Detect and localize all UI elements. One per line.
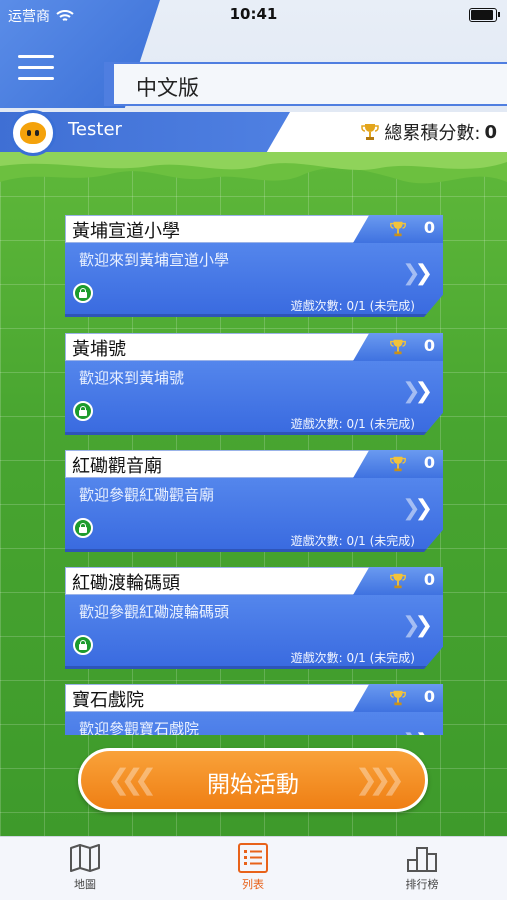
trophy-icon (390, 339, 406, 355)
trophy-count: 0 (423, 453, 435, 472)
lock-icon (73, 283, 93, 303)
chevron-right-icon[interactable]: ❯❯ (402, 613, 433, 638)
status-bar: 运营商 10:41 (0, 0, 507, 30)
lock-icon (73, 635, 93, 655)
trophy-count: 0 (423, 570, 435, 589)
location-name: 紅磡觀音廟 (72, 456, 162, 477)
location-card[interactable]: 黃埔號 0 歡迎來到黃埔號 ❯❯ 遊戲次數: 0/1 (未完成) (65, 333, 443, 436)
welcome-text: 歡迎參觀寶石戲院 (79, 720, 200, 735)
hills-decoration (0, 152, 507, 184)
tab-map[interactable]: 地圖 (35, 841, 135, 899)
score-value: 0 (484, 121, 497, 143)
tab-list[interactable]: 列表 (203, 841, 303, 899)
tab-label: 排行榜 (405, 878, 439, 891)
welcome-text: 歡迎參觀紅磡渡輪碼頭 (79, 603, 230, 621)
trophy-icon (390, 690, 406, 706)
location-name: 黃埔號 (72, 339, 126, 360)
trophy-icon (390, 221, 406, 237)
location-name: 黃埔宣道小學 (72, 221, 180, 242)
score-label: 總累積分數: (384, 123, 481, 144)
clock: 10:41 (229, 5, 278, 23)
chevron-right-icon[interactable]: ❯❯ (402, 496, 433, 521)
menu-icon[interactable] (18, 55, 54, 81)
location-name: 紅磡渡輪碼頭 (72, 573, 180, 594)
list-icon (238, 843, 268, 873)
play-count: 遊戲次數: 0/1 (未完成) (290, 534, 415, 548)
trophy-count: 0 (423, 687, 435, 706)
play-count: 遊戲次數: 0/1 (未完成) (290, 651, 415, 665)
username: Tester (68, 119, 122, 140)
welcome-text: 歡迎來到黃埔號 (79, 369, 185, 387)
location-card[interactable]: 紅磡觀音廟 0 歡迎參觀紅磡觀音廟 ❯❯ 遊戲次數: 0/1 (未完成) (65, 450, 443, 553)
trophy-icon (390, 573, 406, 589)
welcome-text: 歡迎來到黃埔宣道小學 (79, 251, 230, 269)
chevron-right-icon[interactable]: ❯❯ (402, 261, 433, 286)
tab-leaderboard[interactable]: 排行榜 (372, 841, 472, 899)
trophy-icon (361, 124, 380, 140)
leaderboard-icon (407, 847, 437, 872)
avatar[interactable] (10, 110, 56, 156)
start-activity-button[interactable]: ❮❮❮ 開始活動 ❯❯❯ (78, 748, 428, 812)
welcome-text: 歡迎參觀紅磡觀音廟 (79, 486, 215, 504)
tab-bar: 地圖 列表 排行榜 (0, 836, 507, 900)
lock-icon (73, 518, 93, 538)
map-icon (70, 844, 100, 872)
location-name: 寶石戲院 (72, 690, 144, 711)
title-bar: 中文版 (104, 62, 507, 106)
chevron-right-icon[interactable]: ❯❯ (402, 730, 433, 735)
location-card[interactable]: 寶石戲院 0 歡迎參觀寶石戲院 ❯❯ (65, 684, 443, 735)
chevron-right-icon[interactable]: ❯❯ (402, 379, 433, 404)
trophy-count: 0 (423, 336, 435, 355)
location-list[interactable]: 黃埔宣道小學 0 歡迎來到黃埔宣道小學 ❯❯ 遊戲次數: 0/1 (未完成) 黃… (65, 215, 445, 735)
play-count: 遊戲次數: 0/1 (未完成) (290, 417, 415, 431)
battery-icon (469, 8, 500, 22)
total-score: 總累積分數: 0 (360, 119, 497, 145)
location-card[interactable]: 紅磡渡輪碼頭 0 歡迎參觀紅磡渡輪碼頭 ❯❯ 遊戲次數: 0/1 (未完成) (65, 567, 443, 670)
play-count: 遊戲次數: 0/1 (未完成) (290, 299, 415, 313)
location-card[interactable]: 黃埔宣道小學 0 歡迎來到黃埔宣道小學 ❯❯ 遊戲次數: 0/1 (未完成) (65, 215, 443, 318)
trophy-count: 0 (423, 218, 435, 237)
trophy-icon (390, 456, 406, 472)
tab-label: 列表 (242, 878, 264, 891)
page-title: 中文版 (136, 76, 199, 100)
tab-label: 地圖 (74, 878, 96, 891)
lock-icon (73, 401, 93, 421)
